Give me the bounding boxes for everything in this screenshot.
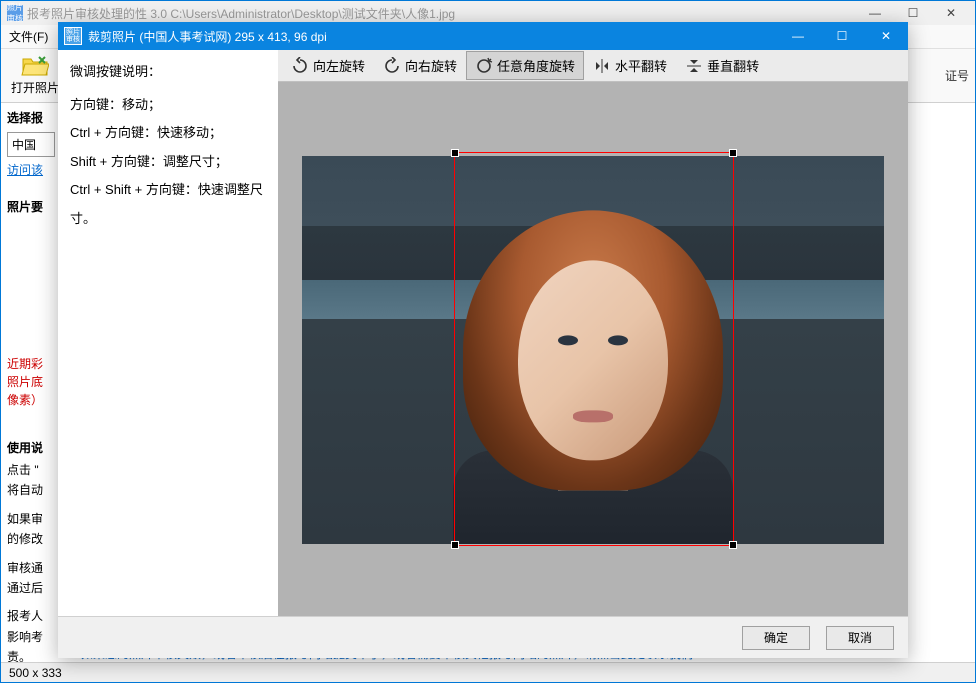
help-line: Ctrl + 方向键：快速移动； xyxy=(70,119,266,148)
rotate-right-icon xyxy=(383,57,401,75)
photo-container[interactable] xyxy=(302,156,884,544)
flip-horizontal-icon xyxy=(593,57,611,75)
status-dimensions: 500 x 333 xyxy=(9,666,62,680)
canvas-wrap xyxy=(278,82,908,616)
visit-site-link[interactable]: 访问该 xyxy=(7,163,43,177)
usage-title: 使用说 xyxy=(7,439,55,456)
photo-warning: 近期彩 照片底 像素） xyxy=(7,355,55,409)
dialog-titlebar[interactable]: 照片审核 裁剪照片 (中国人事考试网) 295 x 413, 96 dpi — … xyxy=(58,22,908,50)
help-line: 方向键：移动； xyxy=(70,91,266,120)
help-panel: 微调按键说明： 方向键：移动； Ctrl + 方向键：快速移动； Shift +… xyxy=(58,50,278,616)
dialog-maximize-button[interactable]: ☐ xyxy=(820,22,864,50)
rotate-left-icon xyxy=(291,57,309,75)
parent-close-button[interactable]: ✕ xyxy=(933,2,969,24)
select-site-label: 选择报 xyxy=(7,109,55,126)
site-dropdown[interactable]: 中国 xyxy=(7,132,55,157)
image-area: 向左旋转 向右旋转 任意角度旋转 xyxy=(278,50,908,616)
cert-label: 证号 xyxy=(945,67,969,84)
help-line: Shift + 方向键：调整尺寸； xyxy=(70,148,266,177)
parent-statusbar: 500 x 333 xyxy=(1,662,975,682)
dialog-title: 裁剪照片 (中国人事考试网) 295 x 413, 96 dpi xyxy=(88,28,327,45)
parent-window-title: 报考照片审核处理的性 3.0 C:\Users\Administrator\De… xyxy=(27,5,455,22)
open-photo-label: 打开照片 xyxy=(11,79,59,96)
open-photo-button[interactable]: 打开照片 xyxy=(7,53,63,98)
crop-dialog: 照片审核 裁剪照片 (中国人事考试网) 295 x 413, 96 dpi — … xyxy=(58,22,908,658)
flip-horizontal-button[interactable]: 水平翻转 xyxy=(584,51,676,80)
flip-vertical-button[interactable]: 垂直翻转 xyxy=(676,51,768,80)
dialog-close-button[interactable]: ✕ xyxy=(864,22,908,50)
photo-image xyxy=(302,156,884,544)
folder-open-icon xyxy=(21,55,49,77)
help-title: 微调按键说明： xyxy=(70,58,266,87)
rotate-right-button[interactable]: 向右旋转 xyxy=(374,51,466,80)
photo-req-label: 照片要 xyxy=(7,198,55,215)
parent-minimize-button[interactable]: — xyxy=(857,2,893,24)
rotate-left-button[interactable]: 向左旋转 xyxy=(282,51,374,80)
image-toolbar: 向左旋转 向右旋转 任意角度旋转 xyxy=(278,50,908,82)
ok-button[interactable]: 确定 xyxy=(742,626,810,650)
dialog-minimize-button[interactable]: — xyxy=(776,22,820,50)
dialog-app-icon: 照片审核 xyxy=(64,27,82,45)
menu-file[interactable]: 文件(F) xyxy=(9,28,48,45)
cancel-button[interactable]: 取消 xyxy=(826,626,894,650)
usage-text: 点击 " 将自动 如果审 的修改 审核通 通过后 报考人 影响考 责。 xyxy=(7,460,55,662)
dialog-footer: 确定 取消 xyxy=(58,616,908,658)
flip-vertical-icon xyxy=(685,57,703,75)
parent-maximize-button[interactable]: ☐ xyxy=(895,2,931,24)
app-icon: 照片审核 xyxy=(7,5,23,21)
help-line: Ctrl + Shift + 方向键：快速调整尺寸。 xyxy=(70,176,266,233)
left-panel: 选择报 中国 访问该 照片要 近期彩 照片底 像素） 使用说 点击 " 将自动 … xyxy=(1,103,61,662)
rotate-any-button[interactable]: 任意角度旋转 xyxy=(466,51,584,80)
rotate-any-icon xyxy=(475,57,493,75)
